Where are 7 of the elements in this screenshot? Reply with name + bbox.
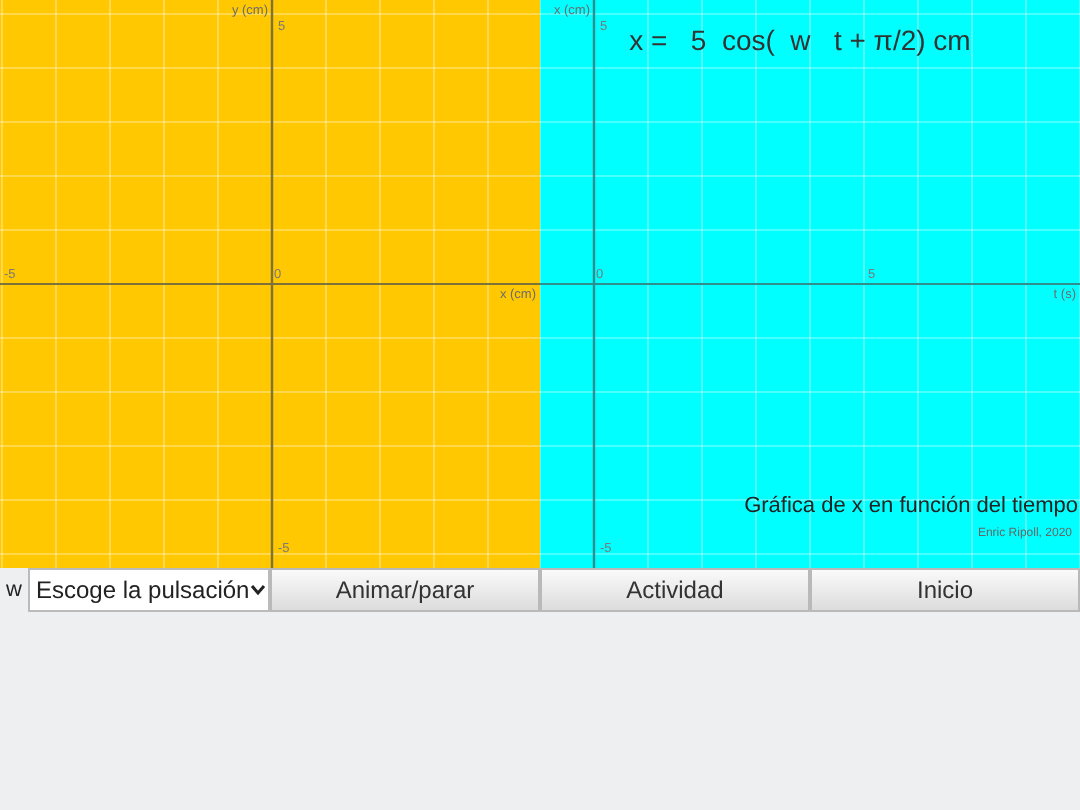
control-button[interactable]: Animar/parar: [270, 568, 540, 612]
graph-caption: Gráfica de x en función del tiempo: [744, 494, 1078, 518]
chevron-down-icon: [249, 584, 266, 596]
control-button[interactable]: Inicio: [810, 568, 1080, 612]
equation-text: x = 5 cos( w t + π/2) cm: [629, 24, 971, 56]
control-button[interactable]: Actividad: [540, 568, 810, 612]
pulsation-select[interactable]: Escoge la pulsación: [28, 568, 270, 612]
